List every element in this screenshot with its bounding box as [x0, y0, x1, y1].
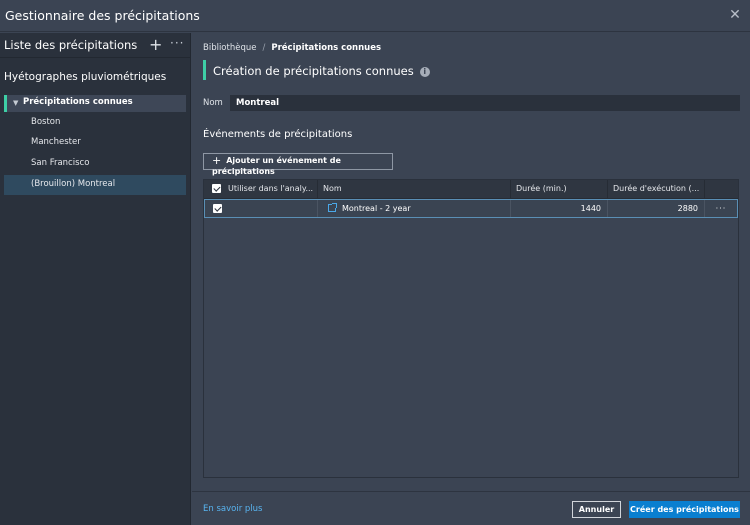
- section-title: Hyétographes pluviométriques: [4, 71, 167, 83]
- tree-item-label: Boston: [31, 117, 61, 127]
- header-duration[interactable]: Durée (min.): [511, 180, 608, 198]
- tree-item-boston[interactable]: Boston: [4, 113, 186, 133]
- event-name[interactable]: Montreal - 2 year: [342, 204, 411, 213]
- caret-down-icon[interactable]: ▼: [13, 99, 18, 107]
- main-panel: Bibliothèque / Précipitations connues Créa…: [192, 33, 750, 525]
- page-heading: Création de précipitations connues i: [203, 60, 430, 80]
- header-run-duration[interactable]: Durée d'exécution (...: [608, 180, 705, 198]
- select-all-checkbox[interactable]: [212, 184, 221, 193]
- tree-item-label: San Francisco: [31, 158, 90, 168]
- breadcrumb: Bibliothèque / Précipitations connues: [203, 43, 381, 53]
- header-name[interactable]: Nom: [318, 180, 511, 198]
- more-icon[interactable]: ···: [705, 200, 737, 217]
- tree-item-manchester[interactable]: Manchester: [4, 133, 186, 153]
- header-label: Utiliser dans l'analy...: [228, 184, 314, 193]
- more-icon[interactable]: ···: [170, 36, 184, 50]
- window-title: Gestionnaire des précipitations: [5, 8, 200, 23]
- title-bar: Gestionnaire des précipitations ✕: [0, 0, 750, 32]
- events-section-title: Événements de précipitations: [203, 129, 353, 140]
- breadcrumb-current: Précipitations connues: [271, 43, 382, 53]
- cell-run-duration[interactable]: 2880: [608, 200, 705, 217]
- tree-item-montreal-draft[interactable]: (Brouillon) Montreal: [4, 175, 186, 195]
- tree-group-known-precipitations[interactable]: ▼ Précipitations connues: [4, 95, 186, 112]
- sidebar-header: Liste des précipitations + ···: [0, 33, 190, 58]
- cell-use: [205, 200, 318, 217]
- cancel-button[interactable]: Annuler: [572, 501, 621, 518]
- page-title: Création de précipitations connues: [213, 64, 414, 78]
- events-table: Utiliser dans l'analy... Nom Durée (min.…: [203, 179, 739, 478]
- sidebar-title: Liste des précipitations: [4, 38, 138, 52]
- tree-item-san-francisco[interactable]: San Francisco: [4, 154, 186, 174]
- learn-more-link[interactable]: En savoir plus: [203, 504, 262, 514]
- use-in-analysis-checkbox[interactable]: [213, 204, 222, 213]
- cell-name: Montreal - 2 year: [318, 200, 511, 217]
- selection-accent: [4, 95, 7, 112]
- name-input[interactable]: [230, 95, 740, 111]
- external-link-icon[interactable]: [328, 203, 337, 212]
- add-event-label: Ajouter un événement de précipitations: [212, 156, 341, 176]
- cell-duration: 1440: [511, 200, 608, 217]
- table-header: Utiliser dans l'analy... Nom Durée (min.…: [204, 180, 738, 199]
- close-icon[interactable]: ✕: [728, 8, 742, 22]
- sidebar: Liste des précipitations + ··· Hyétograp…: [0, 33, 191, 525]
- name-label: Nom: [203, 98, 223, 108]
- add-event-button[interactable]: + Ajouter un événement de précipitations: [203, 153, 393, 176]
- header-use-in-analysis[interactable]: Utiliser dans l'analy...: [204, 180, 318, 198]
- breadcrumb-root[interactable]: Bibliothèque: [203, 43, 256, 53]
- info-icon[interactable]: i: [419, 67, 430, 77]
- tree-item-label: (Brouillon) Montreal: [31, 179, 116, 189]
- tree-item-label: Manchester: [31, 137, 81, 147]
- tree-group-label: Précipitations connues: [23, 97, 133, 107]
- breadcrumb-separator: /: [262, 43, 266, 53]
- plus-icon[interactable]: +: [149, 35, 162, 54]
- plus-icon: +: [212, 154, 222, 167]
- create-button[interactable]: Créer des précipitations: [629, 501, 740, 518]
- table-row[interactable]: Montreal - 2 year 1440 2880 ···: [204, 199, 738, 218]
- header-actions: [705, 180, 738, 198]
- footer: En savoir plus Annuler Créer des précipi…: [192, 491, 750, 525]
